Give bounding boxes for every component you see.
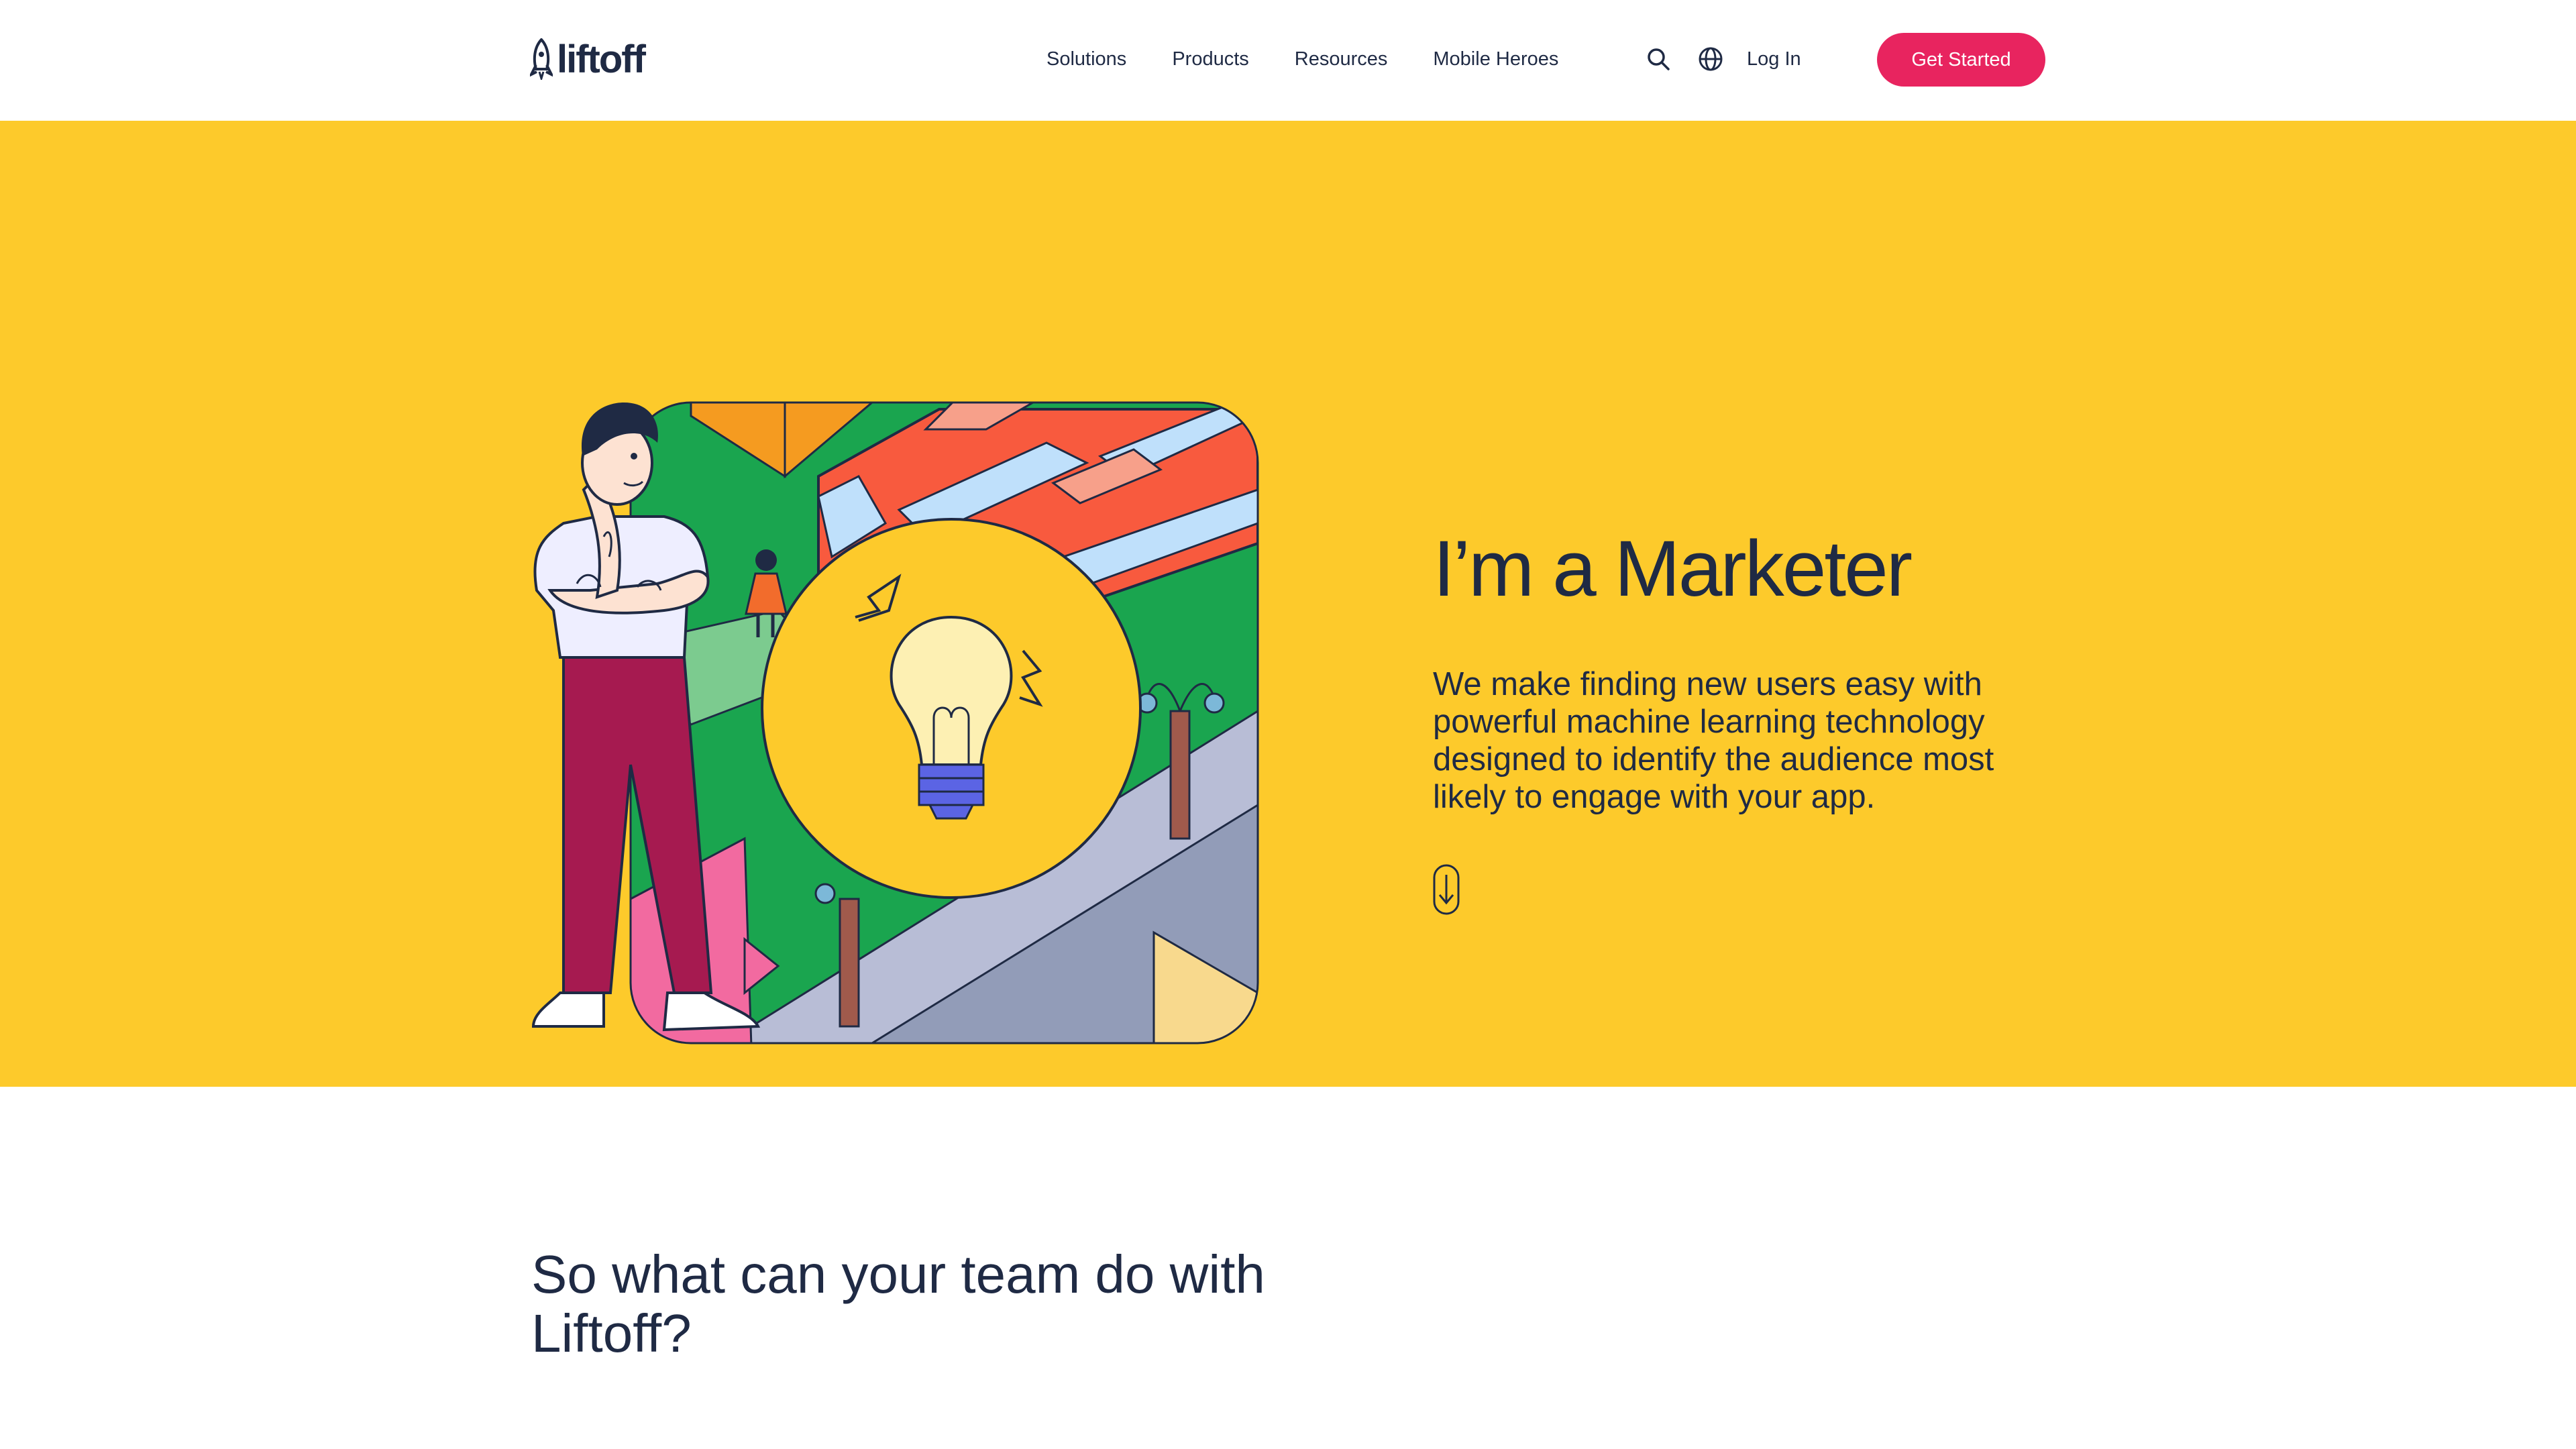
arrow-down-icon[interactable] bbox=[1433, 864, 1460, 915]
logo-text: liftoff bbox=[557, 37, 646, 81]
marketer-illustration bbox=[531, 401, 1259, 1044]
rocket-icon bbox=[530, 38, 553, 80]
main-nav: Solutions Products Resources Mobile Hero… bbox=[1046, 40, 1558, 78]
hero-section: I’m a Marketer We make finding new users… bbox=[0, 121, 2576, 1087]
hero-description: We make finding new users easy with powe… bbox=[1433, 666, 1994, 815]
logo[interactable]: liftoff bbox=[530, 37, 646, 81]
site-header: liftoff Solutions Products Resources Mob… bbox=[0, 0, 2576, 121]
nav-solutions[interactable]: Solutions bbox=[1046, 40, 1126, 78]
section-heading: So what can your team do with Liftoff? bbox=[531, 1244, 1265, 1363]
nav-products[interactable]: Products bbox=[1172, 40, 1248, 78]
hero-title: I’m a Marketer bbox=[1433, 525, 1913, 613]
search-icon[interactable] bbox=[1645, 46, 1672, 72]
nav-mobile-heroes[interactable]: Mobile Heroes bbox=[1433, 40, 1558, 78]
globe-icon[interactable] bbox=[1697, 46, 1724, 72]
get-started-button[interactable]: Get Started bbox=[1877, 33, 2045, 87]
login-link[interactable]: Log In bbox=[1747, 40, 1801, 78]
nav-resources[interactable]: Resources bbox=[1295, 40, 1388, 78]
